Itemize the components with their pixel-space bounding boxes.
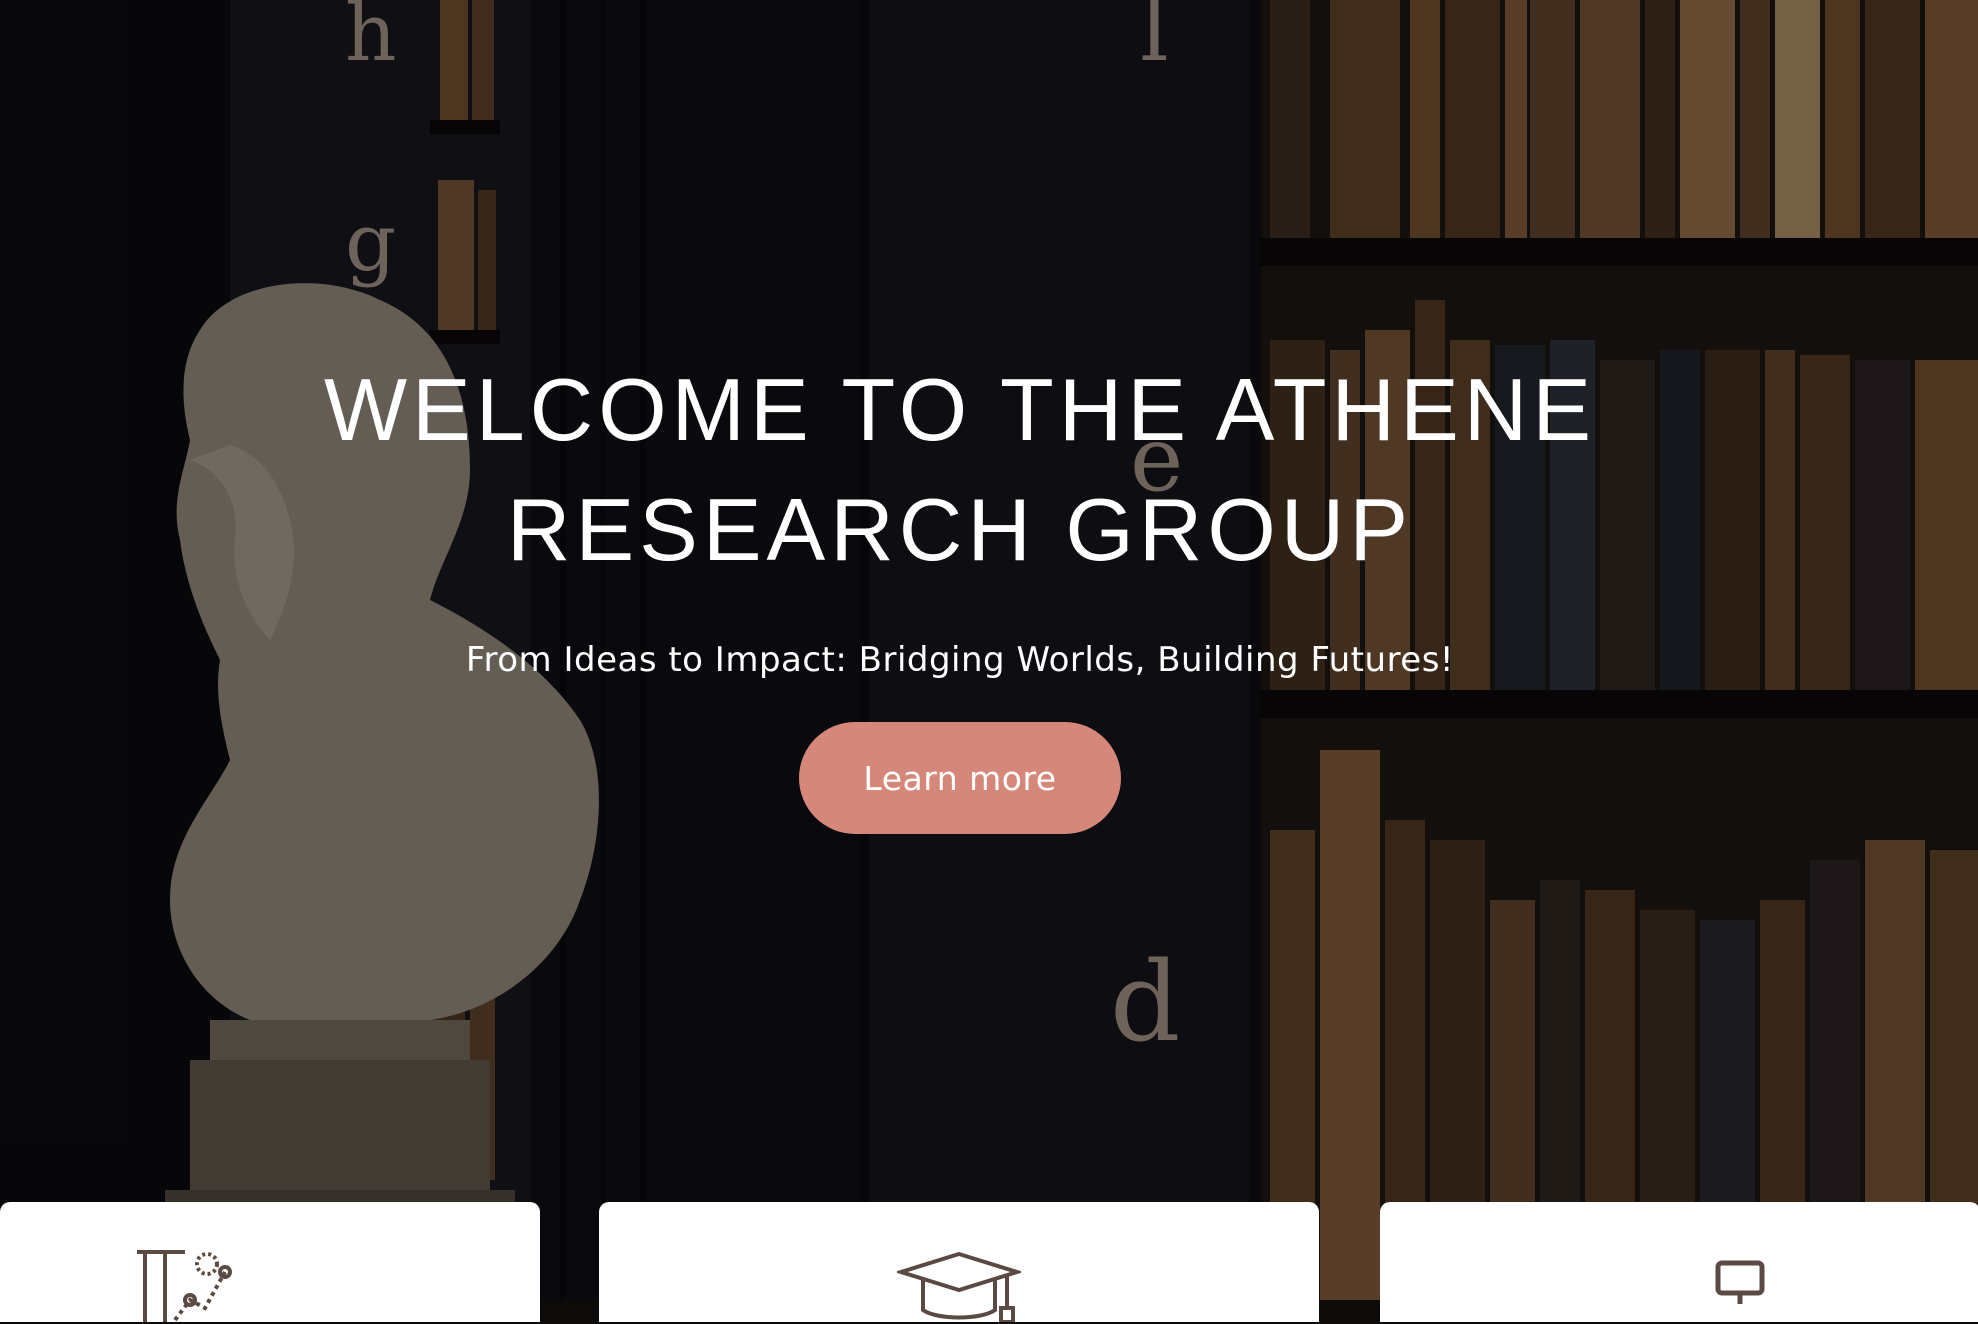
monitor-icon [1715,1260,1765,1304]
hero-section: h g l e d WELCOME TO THE ATHENE RESEARCH… [0,0,1978,1300]
feature-card-research[interactable] [0,1202,540,1322]
feature-card-digital[interactable] [1380,1202,1978,1322]
hero-subtitle: From Ideas to Impact: Bridging Worlds, B… [465,640,1455,680]
hero-title: WELCOME TO THE ATHENE RESEARCH GROUP [323,360,1597,579]
research-chart-icon [137,1250,232,1322]
graduation-cap-icon [897,1251,1021,1322]
feature-card-education[interactable] [599,1202,1319,1322]
hero-content: WELCOME TO THE ATHENE RESEARCH GROUP Fro… [0,350,1920,834]
learn-more-button[interactable]: Learn more [799,722,1121,834]
